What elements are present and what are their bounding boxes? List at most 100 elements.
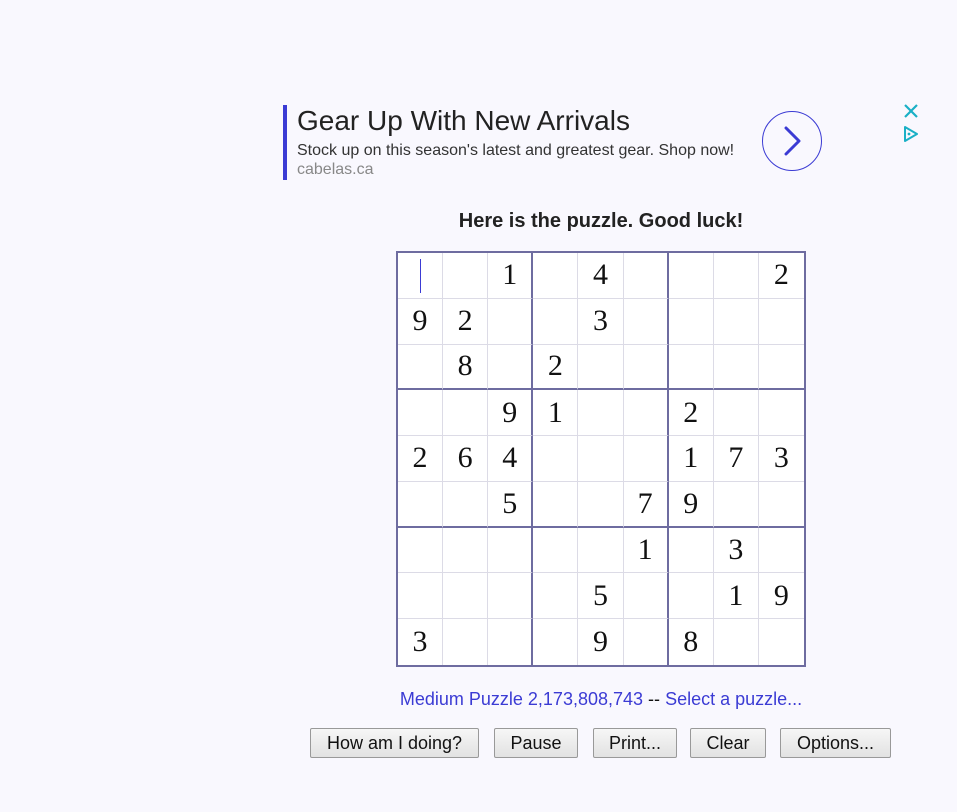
sudoku-cell[interactable] bbox=[488, 298, 534, 345]
print-button[interactable]: Print... bbox=[593, 728, 677, 758]
sudoku-cell[interactable] bbox=[443, 481, 489, 528]
sudoku-cell[interactable] bbox=[398, 253, 444, 299]
sudoku-cell[interactable]: 9 bbox=[668, 481, 714, 528]
options-button[interactable]: Options... bbox=[780, 728, 891, 758]
sudoku-cell[interactable]: 1 bbox=[668, 436, 714, 482]
sudoku-cell[interactable] bbox=[758, 299, 804, 345]
sudoku-cell[interactable] bbox=[533, 298, 579, 345]
sudoku-cell[interactable] bbox=[443, 253, 489, 299]
sudoku-cell[interactable]: 7 bbox=[713, 436, 759, 482]
sudoku-cell[interactable] bbox=[623, 573, 669, 620]
puzzle-heading: Here is the puzzle. Good luck! bbox=[458, 210, 744, 232]
sudoku-cell[interactable] bbox=[668, 527, 714, 574]
sudoku-cell[interactable] bbox=[578, 481, 624, 528]
sudoku-cell[interactable] bbox=[398, 390, 444, 437]
sudoku-cell[interactable] bbox=[623, 436, 669, 482]
clear-button[interactable]: Clear bbox=[690, 728, 766, 758]
sudoku-cell[interactable] bbox=[668, 344, 714, 391]
sudoku-cell[interactable]: 1 bbox=[488, 253, 534, 299]
sudoku-cell[interactable] bbox=[578, 344, 624, 391]
sudoku-cell[interactable]: 2 bbox=[398, 436, 444, 482]
sudoku-cell[interactable] bbox=[758, 345, 804, 391]
ad-choices-button[interactable] bbox=[902, 125, 920, 143]
sudoku-cell[interactable] bbox=[758, 390, 804, 437]
sudoku-cell[interactable] bbox=[398, 527, 444, 574]
puzzle-name-link[interactable]: Medium Puzzle 2,173,808,743 bbox=[400, 689, 643, 709]
sudoku-cell[interactable] bbox=[714, 619, 759, 665]
sudoku-cell[interactable] bbox=[443, 619, 489, 665]
sudoku-cell[interactable]: 9 bbox=[758, 573, 804, 620]
sudoku-cell[interactable] bbox=[623, 253, 669, 299]
sudoku-cell[interactable]: 2 bbox=[533, 344, 579, 391]
sudoku-cell[interactable]: 4 bbox=[488, 436, 534, 482]
sudoku-cell[interactable] bbox=[533, 619, 579, 665]
sudoku-cell[interactable] bbox=[713, 253, 759, 299]
select-puzzle-link[interactable]: Select a puzzle... bbox=[665, 689, 802, 709]
sudoku-cell[interactable]: 2 bbox=[443, 298, 489, 345]
sudoku-cell[interactable]: 1 bbox=[713, 573, 759, 620]
sudoku-cell[interactable]: 1 bbox=[623, 527, 669, 574]
sudoku-cell[interactable] bbox=[668, 253, 714, 299]
sudoku-cell[interactable] bbox=[398, 344, 444, 391]
sudoku-cell[interactable] bbox=[443, 573, 489, 620]
pause-button[interactable]: Pause bbox=[494, 728, 578, 758]
sudoku-cell[interactable]: 4 bbox=[578, 253, 624, 299]
ad-open-button[interactable] bbox=[762, 111, 822, 171]
ad-banner[interactable]: Gear Up With New Arrivals Stock up on th… bbox=[283, 105, 828, 180]
sudoku-cell[interactable] bbox=[713, 390, 759, 437]
sudoku-cell[interactable] bbox=[758, 528, 804, 574]
sudoku-cell[interactable] bbox=[488, 527, 534, 574]
sudoku-cell[interactable]: 8 bbox=[443, 344, 489, 391]
sudoku-cell[interactable] bbox=[623, 298, 669, 345]
sudoku-cell[interactable]: 9 bbox=[398, 298, 444, 345]
sudoku-cell[interactable] bbox=[443, 390, 489, 437]
ad-close-button[interactable] bbox=[902, 101, 920, 121]
sudoku-cell[interactable] bbox=[578, 390, 624, 437]
text-cursor bbox=[420, 259, 421, 293]
sudoku-cell[interactable] bbox=[488, 344, 534, 391]
sudoku-cell[interactable] bbox=[624, 619, 669, 665]
sudoku-cell[interactable]: 1 bbox=[533, 390, 579, 437]
sudoku-cell[interactable]: 7 bbox=[623, 481, 669, 528]
sudoku-cell[interactable] bbox=[713, 481, 759, 528]
sudoku-cell[interactable]: 3 bbox=[713, 527, 759, 574]
sudoku-cell[interactable] bbox=[713, 298, 759, 345]
sudoku-cell[interactable]: 3 bbox=[758, 436, 804, 482]
sudoku-cell[interactable]: 9 bbox=[578, 619, 624, 665]
sudoku-cell[interactable]: 5 bbox=[488, 481, 534, 528]
sudoku-cell[interactable]: 8 bbox=[669, 619, 714, 665]
close-icon bbox=[904, 104, 918, 118]
sudoku-cell[interactable]: 2 bbox=[758, 253, 804, 299]
sudoku-cell[interactable] bbox=[398, 573, 444, 620]
sudoku-cell[interactable] bbox=[623, 390, 669, 437]
sudoku-cell[interactable] bbox=[713, 344, 759, 391]
sudoku-cell[interactable] bbox=[623, 344, 669, 391]
sudoku-cell[interactable] bbox=[398, 481, 444, 528]
how-am-i-doing-button[interactable]: How am I doing? bbox=[310, 728, 479, 758]
ad-title[interactable]: Gear Up With New Arrivals bbox=[297, 105, 630, 137]
sudoku-cell[interactable] bbox=[578, 527, 624, 574]
puzzle-info-separator: -- bbox=[648, 689, 661, 709]
sudoku-cell[interactable] bbox=[758, 482, 804, 528]
sudoku-cell[interactable]: 6 bbox=[443, 436, 489, 482]
ad-url[interactable]: cabelas.ca bbox=[297, 161, 374, 179]
sudoku-cell[interactable]: 5 bbox=[578, 573, 624, 620]
sudoku-grid: 1429238291226417357913519398 bbox=[396, 251, 806, 667]
sudoku-cell[interactable] bbox=[578, 436, 624, 482]
sudoku-cell[interactable] bbox=[533, 481, 579, 528]
sudoku-cell[interactable] bbox=[533, 436, 579, 482]
sudoku-cell[interactable] bbox=[488, 573, 534, 620]
sudoku-cell[interactable] bbox=[668, 298, 714, 345]
sudoku-cell[interactable]: 2 bbox=[668, 390, 714, 437]
sudoku-cell[interactable] bbox=[668, 573, 714, 620]
ad-body-text[interactable]: Stock up on this season's latest and gre… bbox=[297, 142, 734, 160]
sudoku-cell[interactable] bbox=[533, 253, 579, 299]
sudoku-cell[interactable] bbox=[533, 573, 579, 620]
sudoku-cell[interactable] bbox=[759, 619, 804, 665]
sudoku-cell[interactable] bbox=[443, 527, 489, 574]
sudoku-cell[interactable] bbox=[533, 527, 579, 574]
sudoku-cell[interactable]: 3 bbox=[578, 298, 624, 345]
sudoku-cell[interactable] bbox=[488, 619, 534, 665]
sudoku-cell[interactable]: 3 bbox=[398, 619, 444, 665]
sudoku-cell[interactable]: 9 bbox=[488, 390, 534, 437]
